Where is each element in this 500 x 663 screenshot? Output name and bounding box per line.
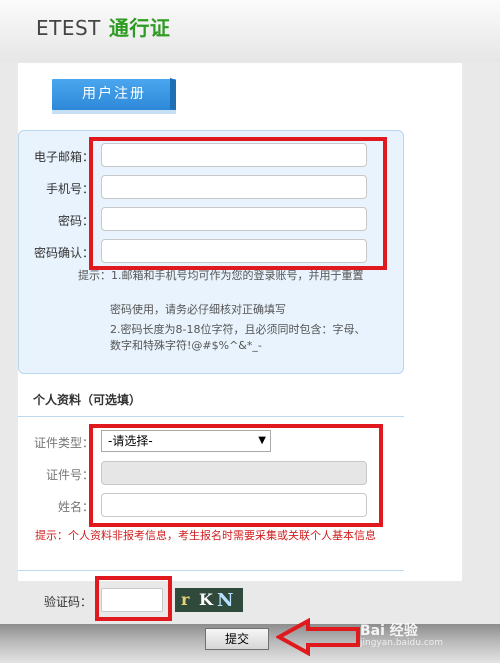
- profile-section-title: 个人资料（可选填）: [33, 393, 142, 407]
- captcha-char-1: r: [181, 590, 190, 609]
- tab-fold-decoration: [170, 77, 176, 112]
- captcha-char-3: N: [217, 590, 234, 611]
- annotation-box-captcha: [95, 576, 172, 621]
- annotation-box-account: [89, 137, 387, 270]
- site-logo: ETEST 通行证: [36, 12, 170, 41]
- captcha-label: 验证码：: [43, 595, 92, 609]
- confirm-password-label: 密码确认：: [33, 246, 94, 260]
- annotation-box-profile: [89, 424, 383, 527]
- captcha-image[interactable]: r K N: [175, 588, 243, 612]
- id-number-label: 证件号：: [45, 468, 94, 482]
- section-divider: [18, 416, 404, 417]
- password-label: 密码：: [57, 214, 94, 228]
- phone-label: 手机号：: [45, 182, 94, 196]
- profile-note: 提示：个人资料非报考信息，考生报名时需要采集或关联个人基本信息: [35, 529, 376, 542]
- brand-text: ETEST: [36, 16, 101, 40]
- email-label: 电子邮箱：: [33, 150, 94, 164]
- id-type-label: 证件类型：: [33, 436, 94, 450]
- brand-pass-text: 通行证: [108, 16, 171, 40]
- header-bar: ETEST 通行证: [0, 0, 500, 62]
- captcha-divider: [18, 570, 404, 571]
- name-label: 姓名：: [57, 500, 94, 514]
- captcha-char-2: K: [199, 590, 213, 609]
- submit-button[interactable]: 提交: [205, 628, 269, 650]
- account-hint-3: 2.密码长度为8-18位字符，且必须同时包含：字母、数字和特殊字符!@#$%^&…: [110, 323, 366, 352]
- watermark-subtext: jingyan.baidu.com: [360, 638, 444, 648]
- watermark-logo: Bai 经验 jingyan.baidu.com: [360, 620, 443, 648]
- watermark-text: Bai 经验: [360, 623, 418, 639]
- tab-underline: [52, 110, 176, 114]
- account-hint-2: 密码使用，请务必仔细核对正确填写: [110, 303, 286, 316]
- annotation-arrow-icon: [276, 618, 360, 656]
- account-hint-1: 提示：1.邮箱和手机号均可作为您的登录账号，并用于重置: [78, 269, 364, 282]
- tab-user-register: 用户注册: [52, 79, 176, 110]
